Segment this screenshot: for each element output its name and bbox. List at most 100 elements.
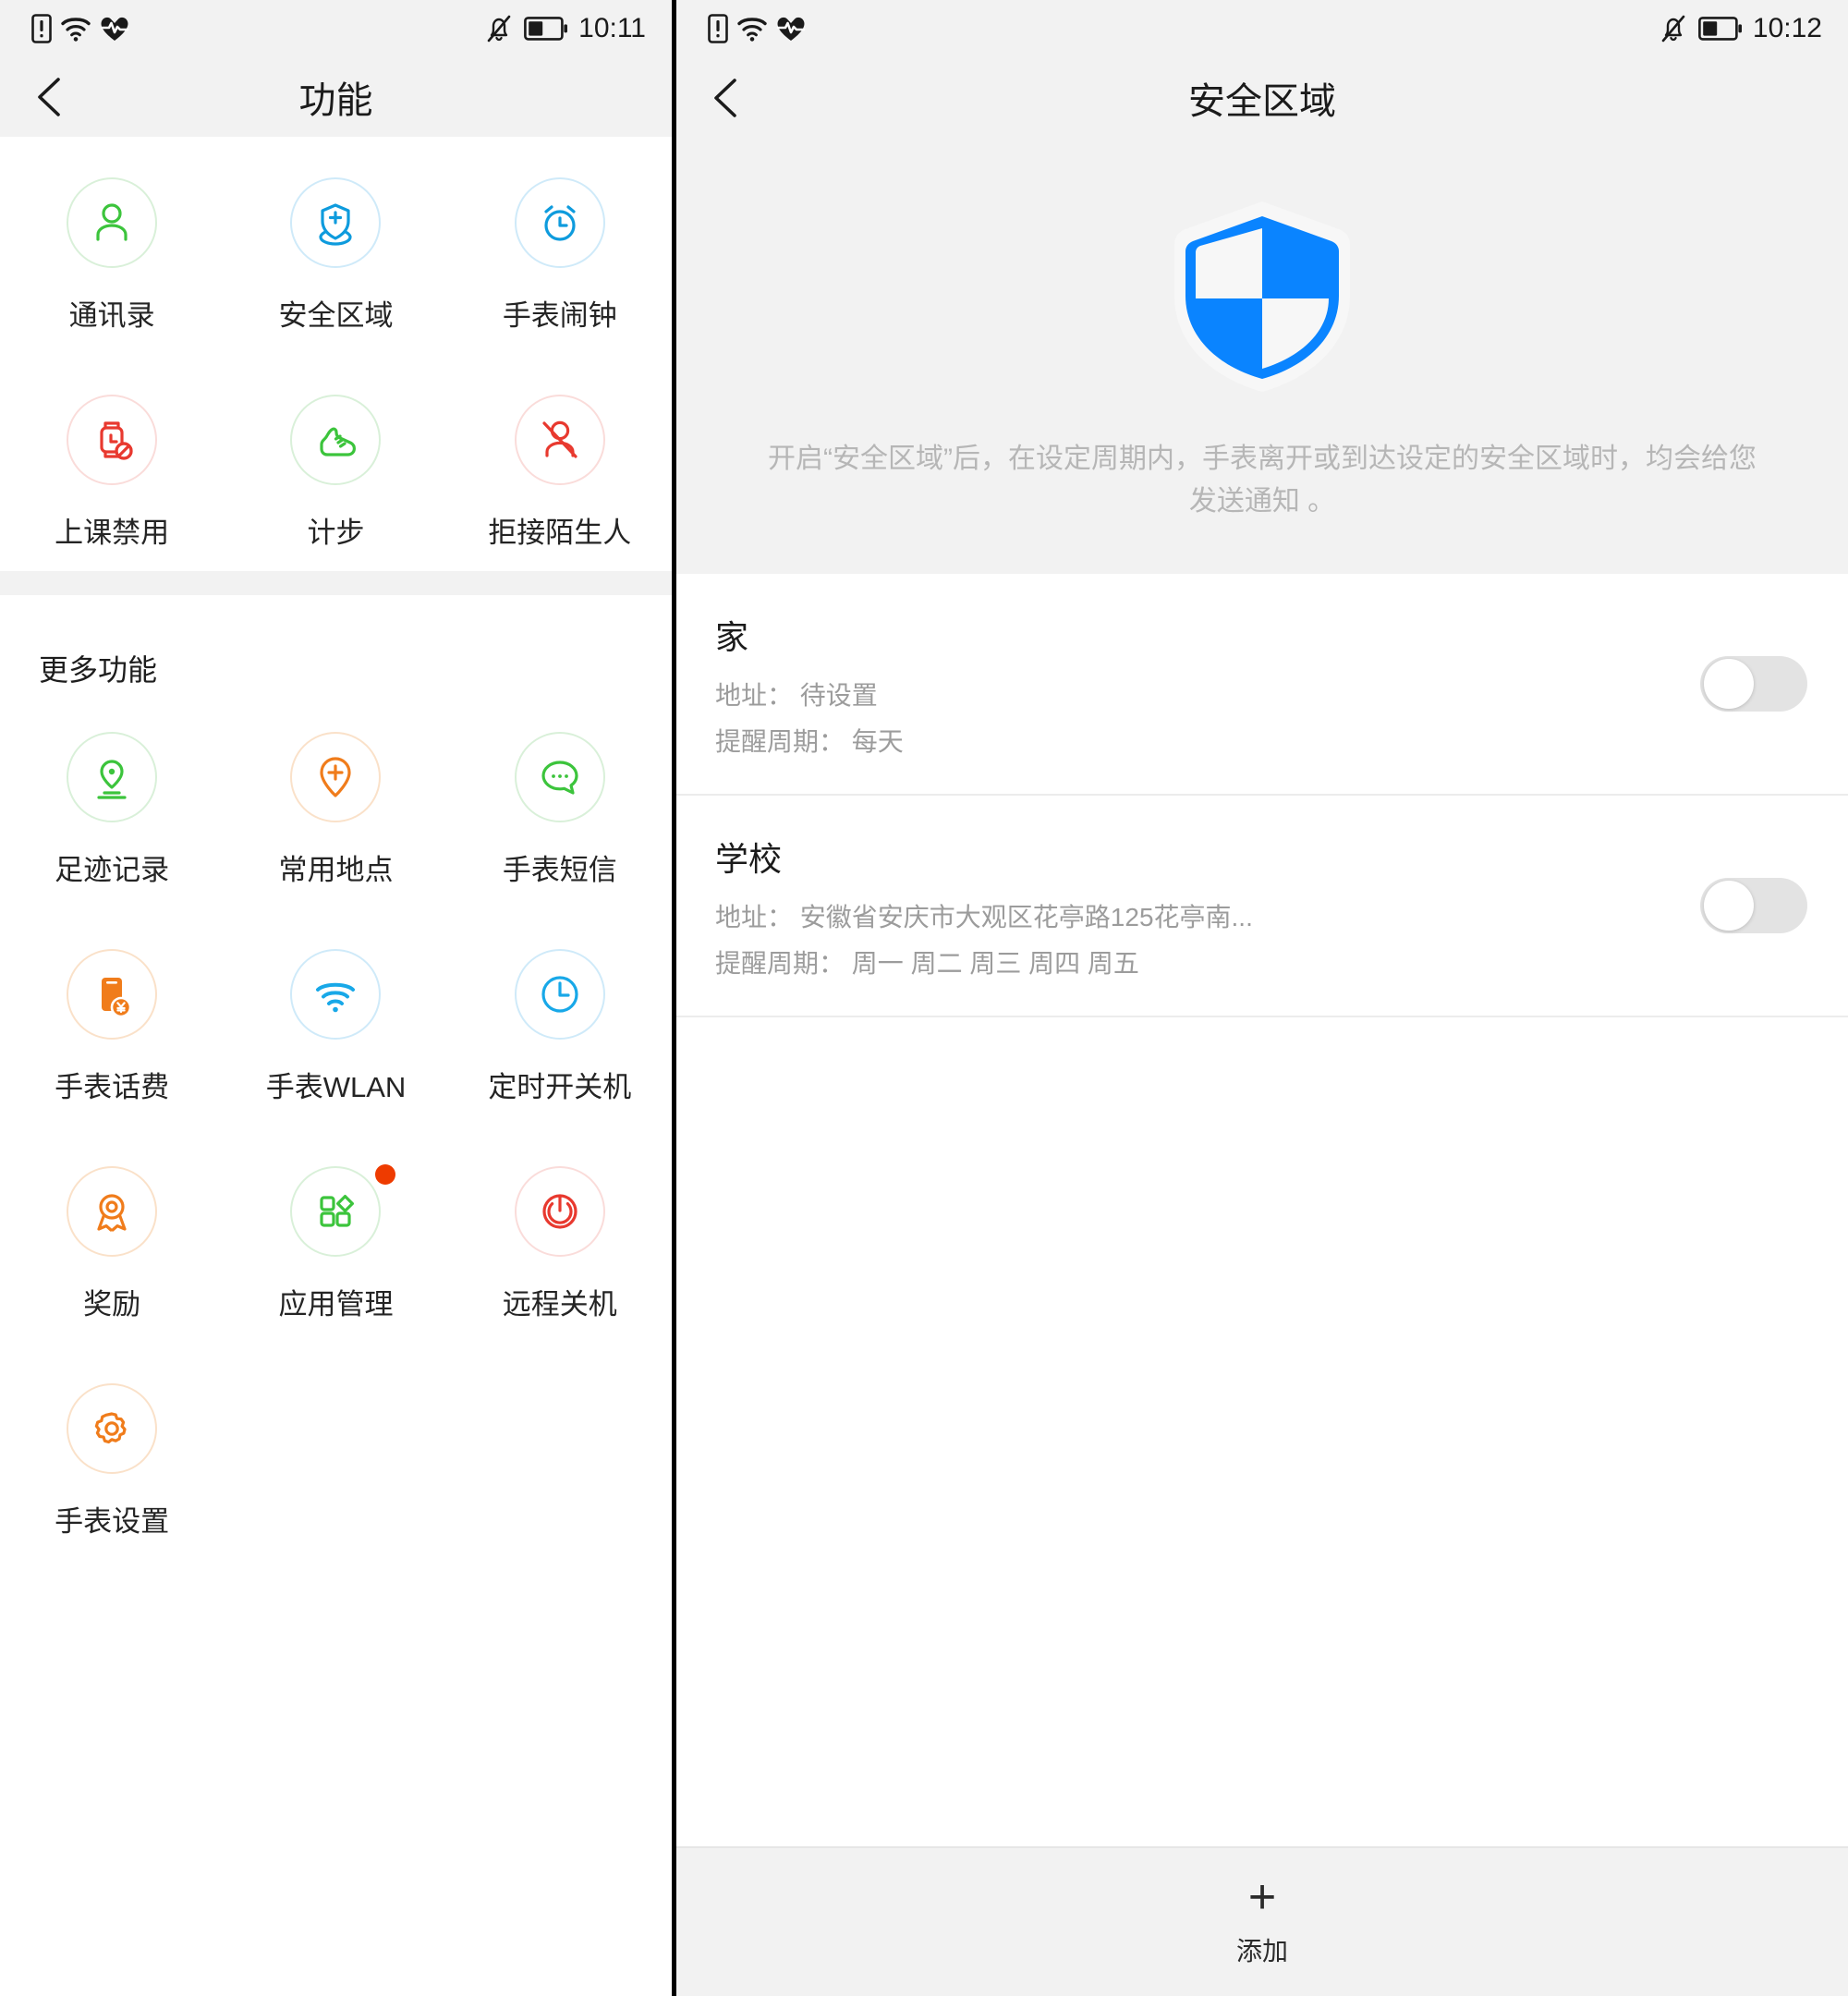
top-features-card: 通讯录 安全区域 手表闹钟上课禁用 计步 拒接陌生人: [0, 137, 672, 571]
more-features-card: 足迹记录 常用地点 手表短信手表话费 手表WLAN 定时开关机奖励 应用管理 远程关机手表设…: [0, 695, 672, 1564]
app-manage-icon: [320, 1195, 355, 1227]
feature-icon-circle: [290, 1164, 396, 1257]
safe-zone-icon: [319, 203, 353, 246]
safe-zone-item[interactable]: 家地址： 待设置 提醒周期： 每天: [676, 574, 1848, 797]
page-title: 安全区域: [1188, 81, 1336, 122]
add-zone-label: 添加: [1235, 1937, 1288, 1966]
feature-icon-circle: [67, 395, 158, 485]
feature-icon-circle: [290, 177, 382, 268]
reject-stranger-icon: [542, 420, 578, 458]
feature-icon-circle: [290, 395, 382, 485]
feature-label: 通讯录: [68, 299, 155, 332]
feature-label: 远程关机: [502, 1288, 617, 1321]
back-button[interactable]: [710, 70, 765, 126]
scheduled-power-icon: [541, 976, 578, 1013]
feature-icon-circle: [514, 177, 605, 268]
status-time: 10:12: [1752, 13, 1822, 43]
feature-label: 上课禁用: [55, 517, 170, 549]
feature-cell[interactable]: 足迹记录: [0, 695, 224, 912]
feature-cell[interactable]: 手表设置: [0, 1346, 224, 1564]
section-divider: [0, 571, 672, 595]
feature-cell[interactable]: 手表话费: [0, 912, 224, 1129]
feature-cell[interactable]: 拒接陌生人: [448, 354, 672, 571]
feature-cell[interactable]: 安全区域: [224, 137, 447, 354]
notification-badge-dot: [375, 1164, 396, 1185]
feature-label: 拒接陌生人: [488, 517, 632, 549]
battery-icon: [1698, 17, 1742, 41]
bell-muted-icon: [1661, 15, 1685, 43]
feature-cell[interactable]: 常用地点: [224, 695, 447, 912]
feature-cell[interactable]: 上课禁用: [0, 354, 224, 571]
feature-label: 手表短信: [502, 854, 617, 886]
watch-settings-icon: [94, 1412, 127, 1444]
alarm-clock-icon: [544, 205, 576, 241]
remote-power-off-icon: [542, 1194, 578, 1229]
wifi-icon: [737, 18, 767, 42]
feature-cell[interactable]: 计步: [224, 354, 447, 571]
feature-icon-circle: [290, 949, 382, 1040]
address-label: 地址：: [715, 903, 794, 932]
feature-icon-circle: [67, 1383, 158, 1474]
feature-icon-circle: [67, 732, 158, 822]
page-title: 功能: [298, 80, 373, 121]
period-value: 周一 周二 周三 周四 周五: [851, 949, 1139, 979]
status-time: 10:11: [578, 13, 646, 43]
favorite-place-icon: [320, 757, 352, 797]
feature-cell[interactable]: 手表短信: [448, 695, 672, 912]
feature-cell[interactable]: 手表闹钟: [448, 137, 672, 354]
contacts-icon: [96, 203, 128, 241]
feature-icon-circle: [514, 732, 605, 822]
more-section-title: 更多功能: [0, 595, 672, 695]
feature-label: 手表设置: [55, 1505, 170, 1538]
feature-icon-circle: [67, 949, 158, 1040]
toggle-knob: [1704, 659, 1754, 710]
reward-medal-icon: [97, 1194, 127, 1232]
feature-icon-circle: [290, 732, 382, 822]
status-icons-right-right: 10:12: [1659, 13, 1822, 44]
bell-muted-icon: [487, 15, 511, 43]
address-value: 安徽省安庆市大观区花亭路125花亭南...: [799, 903, 1253, 932]
add-zone-button[interactable]: + 添加: [676, 1846, 1848, 1996]
status-icons-right: 10:11: [484, 13, 646, 44]
feature-icon-circle: [514, 1166, 605, 1257]
feature-label: 奖励: [83, 1288, 141, 1321]
safe-zone-list: 家地址： 待设置 提醒周期： 每天学校地址： 安徽省安庆市大观区花亭路125花亭南…: [676, 574, 1848, 1018]
feature-cell[interactable]: 奖励: [0, 1129, 224, 1346]
feature-cell[interactable]: 远程关机: [448, 1129, 672, 1346]
safe-zone-item[interactable]: 学校地址： 安徽省安庆市大观区花亭路125花亭南... 提醒周期： 周一 周二 周…: [676, 796, 1848, 1018]
safe-zone-period: 提醒周期： 每天: [715, 722, 1436, 759]
watch-balance-icon: [102, 978, 132, 1018]
feature-cell[interactable]: 手表WLAN: [224, 912, 447, 1129]
sim-alert-icon: [708, 14, 728, 43]
safe-zone-toggle[interactable]: [1700, 656, 1807, 712]
back-arrow-icon: [714, 79, 736, 117]
feature-label: 常用地点: [278, 854, 394, 886]
top-features-grid: 通讯录 安全区域 手表闹钟上课禁用 计步 拒接陌生人: [0, 137, 672, 571]
title-bar-left: 功能: [0, 57, 672, 137]
feature-label: 足迹记录: [55, 854, 170, 886]
wifi-icon: [61, 18, 91, 42]
feature-cell[interactable]: 通讯录: [0, 137, 224, 354]
heart-rate-icon: [100, 17, 129, 41]
back-button[interactable]: [33, 69, 89, 125]
feature-cell[interactable]: 应用管理: [224, 1129, 447, 1346]
shield-icon: [1174, 201, 1350, 392]
more-features-grid: 足迹记录 常用地点 手表短信手表话费 手表WLAN 定时开关机奖励 应用管理 远程关机手表设…: [0, 695, 672, 1564]
safe-zone-name: 学校: [715, 840, 783, 879]
period-label: 提醒周期：: [715, 949, 845, 979]
safe-zone-toggle[interactable]: [1700, 878, 1807, 934]
feature-icon-circle: [67, 177, 158, 268]
feature-label: 手表WLAN: [265, 1071, 407, 1103]
safe-zone-address: 地址： 安徽省安庆市大观区花亭路125花亭南...: [715, 897, 1436, 934]
feature-cell[interactable]: 定时开关机: [448, 912, 672, 1129]
safe-zone-hero: 开启“安全区域”后，在设定周期内，手表离开或到达设定的安全区域时，均会给您发送通…: [676, 139, 1848, 575]
title-bar-right: 安全区域: [676, 57, 1848, 139]
period-value: 每天: [851, 727, 904, 757]
feature-label: 安全区域: [278, 299, 394, 332]
dual-screenshot: 10:11 功能 通讯录 安全区域 手表闹钟 上课禁用 计步 拒接陌生人 更多功能 足迹记…: [0, 0, 1848, 1996]
right-phone-screen: 10:12 安全区域 开启“安全区域”后，在设定周期内，手表离开或到达设定的安全…: [676, 0, 1848, 1996]
pedometer-icon: [320, 427, 357, 456]
toggle-knob: [1704, 881, 1754, 931]
status-icons-left-right: [708, 14, 806, 43]
feature-icon-circle: [67, 1166, 158, 1257]
